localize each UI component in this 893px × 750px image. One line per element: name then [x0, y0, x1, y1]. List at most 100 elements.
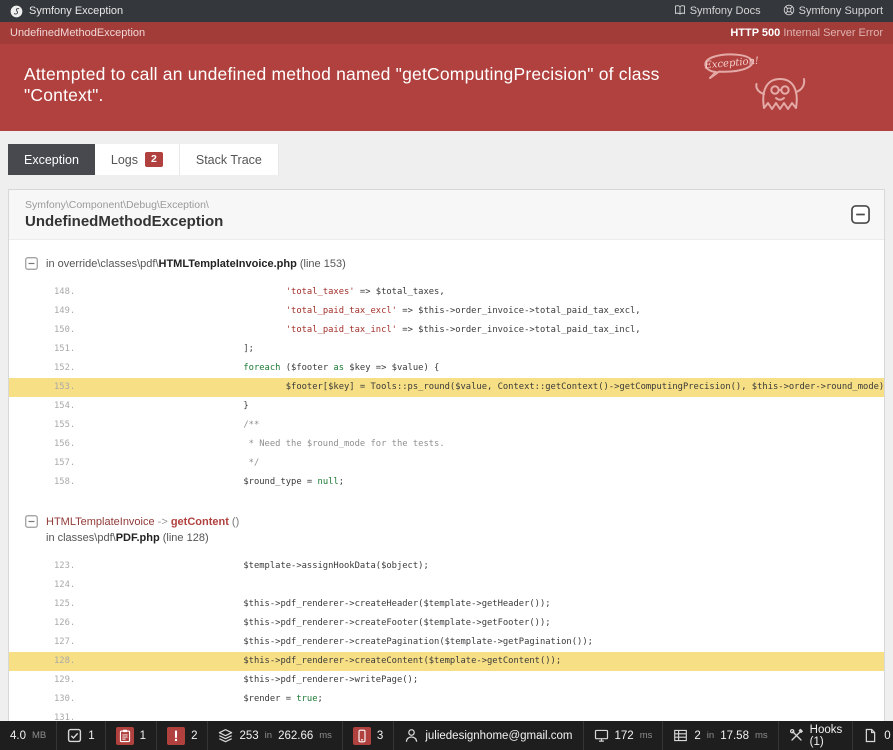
warning-icon [167, 727, 185, 745]
toolbar-item-mails[interactable]: 0 [853, 721, 893, 750]
line-code: 'total_taxes' => $total_taxes, [159, 283, 445, 302]
call-class-name: HTMLTemplateInvoice [46, 516, 155, 528]
topbar-link-label: Symfony Docs [690, 5, 761, 17]
line-code: /** [159, 416, 259, 435]
topbar-link-symfony-docs[interactable]: Symfony Docs [674, 4, 761, 19]
code-listing: 123. $template->assignHookData($object);… [9, 557, 884, 743]
line-number: 125. [9, 595, 159, 614]
code-listing: 148. 'total_taxes' => $total_taxes,149. … [9, 283, 884, 492]
line-number: 158. [9, 473, 159, 492]
line-code: $this->pdf_renderer->writePage(); [159, 671, 418, 690]
table-icon [673, 728, 688, 743]
line-code: $render = true; [159, 690, 323, 709]
call-method-name: getContent [171, 516, 229, 528]
exception-mascot-icon: Exception! [700, 50, 815, 114]
exception-namespace: Symfony\Component\Debug\Exception\ [25, 199, 223, 211]
topbar-link-symfony-support[interactable]: Symfony Support [783, 4, 883, 19]
code-line: 148. 'total_taxes' => $total_taxes, [9, 283, 884, 302]
toolbar-text: 262.66 [278, 730, 313, 742]
collapse-block-button[interactable] [25, 514, 38, 528]
trace-block: HTMLTemplateInvoice -> getContent () in c… [9, 506, 884, 743]
trace-blocks: in override\classes\pdf\HTMLTemplateInvo… [9, 240, 884, 742]
collapse-exception-button[interactable] [851, 205, 870, 224]
code-line: 130. $render = true; [9, 690, 884, 709]
toolbar-text: ms [640, 730, 653, 741]
line-code: ]; [159, 340, 254, 359]
line-number: 148. [9, 283, 159, 302]
line-number: 152. [9, 359, 159, 378]
symfony-logo-icon [10, 5, 23, 18]
toolbar-item-request-time[interactable]: 172ms [584, 721, 664, 750]
minus-square-icon [851, 205, 870, 224]
location-file: PDF.php [116, 532, 160, 544]
line-code: 'total_paid_tax_incl' => $this->order_in… [159, 321, 641, 340]
toolbar-text: ms [755, 730, 768, 741]
collapse-block-button[interactable] [25, 256, 38, 270]
tab-stack-trace[interactable]: Stack Trace [180, 144, 279, 175]
monitor-icon [594, 728, 609, 743]
toolbar-text: 1 [140, 730, 146, 742]
toolbar-text: 17.58 [720, 730, 749, 742]
trace-block-title: HTMLTemplateInvoice -> getContent () in c… [46, 514, 239, 547]
toolbar-item-errors[interactable]: 2 [157, 721, 208, 750]
toolbar-text: Hooks (1) [810, 724, 843, 748]
trace-block-header: in override\classes\pdf\HTMLTemplateInvo… [9, 248, 884, 277]
book-icon [674, 4, 686, 19]
toolbar-item-cache[interactable]: 253in262.66ms [208, 721, 342, 750]
exception-hero: Attempted to call an undefined method na… [0, 44, 893, 131]
line-code: $this->pdf_renderer->createFooter($templ… [159, 614, 551, 633]
line-number: 129. [9, 671, 159, 690]
topbar: Symfony Exception Symfony Docs Symfony Su… [0, 0, 893, 22]
http-status-code: HTTP 500 [730, 27, 780, 39]
topbar-links: Symfony Docs Symfony Support [652, 4, 883, 19]
location-file: HTMLTemplateInvoice.php [159, 258, 297, 270]
toolbar-item-user[interactable]: juliedesignhome@gmail.com [394, 721, 583, 750]
person-icon [404, 728, 419, 743]
file-icon [863, 728, 878, 743]
trace-location: in override\classes\pdf\HTMLTemplateInvo… [46, 256, 346, 273]
toolbar-text: juliedesignhome@gmail.com [425, 730, 572, 742]
card-header: Symfony\Component\Debug\Exception\ Undef… [9, 190, 884, 240]
toolbar-item-forms[interactable]: 1 [57, 721, 105, 750]
line-number: 155. [9, 416, 159, 435]
toolbar-item-hooks[interactable]: Hooks (1) [779, 721, 854, 750]
toolbar-item-messages[interactable]: 3 [343, 721, 394, 750]
call-args: () [229, 516, 239, 528]
line-code: $template->assignHookData($object); [159, 557, 429, 576]
line-number: 128. [9, 652, 159, 671]
code-line: 125. $this->pdf_renderer->createHeader($… [9, 595, 884, 614]
toolbar-text: 3 [377, 730, 383, 742]
location-line: (line 128) [160, 532, 209, 544]
toolbar-item-memory[interactable]: 4.0MB [0, 721, 57, 750]
line-number: 156. [9, 435, 159, 454]
code-line: 127. $this->pdf_renderer->createPaginati… [9, 633, 884, 652]
location-prefix: in override\classes\pdf\ [46, 258, 159, 270]
topbar-link-label: Symfony Support [799, 5, 883, 17]
check-square-icon [67, 728, 82, 743]
exception-title: Symfony\Component\Debug\Exception\ Undef… [25, 199, 223, 230]
trace-location: in classes\pdf\PDF.php (line 128) [46, 530, 239, 547]
toolbar-text: 2 [694, 730, 700, 742]
code-line: 158. $round_type = null; [9, 473, 884, 492]
code-line: 150. 'total_paid_tax_incl' => $this->ord… [9, 321, 884, 340]
app-title: Symfony Exception [29, 5, 123, 17]
toolbar-text: ms [319, 730, 332, 741]
toolbar-item-database[interactable]: 2in17.58ms [663, 721, 778, 750]
toolbar-item-logs[interactable]: 1 [106, 721, 157, 750]
phone-icon [353, 727, 371, 745]
trace-block-header: HTMLTemplateInvoice -> getContent () in c… [9, 506, 884, 551]
tab-logs[interactable]: Logs2 [95, 144, 180, 175]
lifebuoy-icon [783, 4, 795, 19]
tab-exception[interactable]: Exception [8, 144, 95, 175]
trace-block: in override\classes\pdf\HTMLTemplateInvo… [9, 248, 884, 492]
line-code: } [159, 397, 249, 416]
tab-label: Stack Trace [196, 153, 262, 167]
line-number: 127. [9, 633, 159, 652]
toolbar-text: MB [32, 730, 46, 741]
line-number: 126. [9, 614, 159, 633]
layers-icon [218, 728, 233, 743]
trace-block-title: in override\classes\pdf\HTMLTemplateInvo… [46, 256, 346, 273]
call-arrow: -> [155, 516, 171, 528]
line-number: 150. [9, 321, 159, 340]
code-line: 123. $template->assignHookData($object); [9, 557, 884, 576]
